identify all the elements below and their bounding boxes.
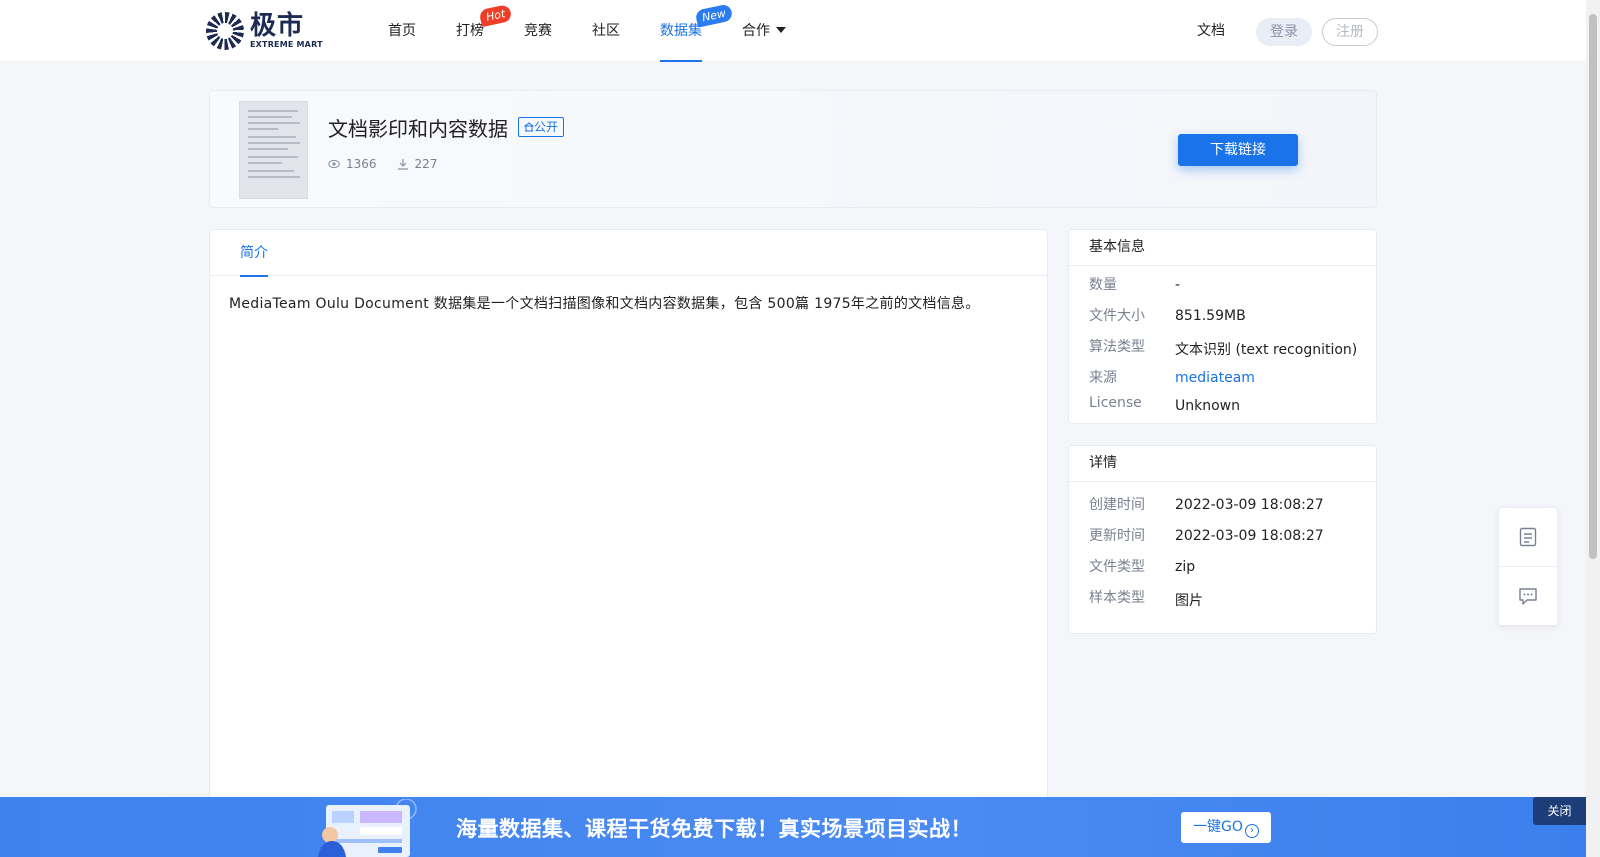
promo-banner: 海量数据集、课程干货免费下载！真实场景项目实战！ 一键GO › <box>0 797 1586 857</box>
nav-item-datasets[interactable]: 数据集 New <box>640 0 734 62</box>
logo-mark-icon <box>206 12 244 50</box>
banner-illustration <box>318 799 417 857</box>
intro-panel: 简介 MediaTeam Oulu Document 数据集是一个文档扫描图像和… <box>209 229 1048 857</box>
details-title: 详情 <box>1069 446 1376 482</box>
dataset-card: 文档影印和内容数据 公开 1366 227 下载链接 <box>209 90 1377 208</box>
floating-toolbox <box>1498 507 1558 626</box>
info-row-algorithm: 算法类型 文本识别 (text recognition) <box>1089 339 1358 358</box>
banner-text: 海量数据集、课程干货免费下载！真实场景项目实战！ <box>456 817 972 841</box>
feedback-float-button[interactable] <box>1499 567 1557 626</box>
detail-row-sample-type: 样本类型 图片 <box>1089 590 1203 609</box>
dataset-thumbnail <box>239 101 308 199</box>
tab-bar: 简介 <box>210 230 1047 277</box>
public-icon <box>523 122 535 132</box>
downloads-stat: 227 <box>397 157 437 171</box>
info-row-count: 数量 - <box>1089 277 1181 293</box>
chat-icon <box>1519 588 1537 605</box>
page-scrollbar[interactable] <box>1586 0 1600 857</box>
dataset-stats: 1366 227 <box>328 157 457 171</box>
tab-intro[interactable]: 简介 <box>240 230 268 277</box>
top-header: 极市 EXTREME MART 首页 打榜 Hot 竞赛 社区 数据集 New … <box>0 0 1586 62</box>
nav-item-leaderboard[interactable]: 打榜 Hot <box>436 0 513 62</box>
register-button[interactable]: 注册 <box>1322 18 1378 46</box>
details-panel: 详情 创建时间 2022-03-09 18:08:27 更新时间 2022-03… <box>1068 445 1377 634</box>
eye-icon <box>328 159 340 169</box>
main-nav: 首页 打榜 Hot 竞赛 社区 数据集 New 合作 <box>368 0 806 62</box>
dataset-title: 文档影印和内容数据 <box>328 117 508 141</box>
caret-down-icon <box>776 27 786 33</box>
document-float-button[interactable] <box>1499 508 1557 567</box>
download-link-button[interactable]: 下载链接 <box>1178 134 1298 166</box>
go-button[interactable]: 一键GO › <box>1181 812 1271 843</box>
scrollbar-thumb[interactable] <box>1589 14 1597 559</box>
source-link[interactable]: mediateam <box>1175 370 1255 386</box>
views-stat: 1366 <box>328 157 377 171</box>
logo-text-en: EXTREME MART <box>250 40 323 49</box>
detail-row-created: 创建时间 2022-03-09 18:08:27 <box>1089 497 1324 513</box>
login-button[interactable]: 登录 <box>1256 18 1312 46</box>
logo-text-cn: 极市 <box>250 11 305 41</box>
basic-info-title: 基本信息 <box>1069 230 1376 266</box>
nav-item-community[interactable]: 社区 <box>572 0 640 62</box>
nav-item-home[interactable]: 首页 <box>368 0 436 62</box>
download-icon <box>397 159 408 170</box>
nav-item-competition[interactable]: 竞赛 <box>504 0 572 62</box>
info-row-file-size: 文件大小 851.59MB <box>1089 308 1246 324</box>
visibility-badge: 公开 <box>518 117 565 137</box>
arrow-right-circle-icon: › <box>1244 824 1259 838</box>
info-row-license: License Unknown <box>1089 395 1240 414</box>
dataset-description: MediaTeam Oulu Document 数据集是一个文档扫描图像和文档内… <box>229 296 980 312</box>
info-row-source: 来源 mediateam <box>1089 370 1255 386</box>
nav-item-cooperation[interactable]: 合作 <box>722 0 806 62</box>
detail-row-updated: 更新时间 2022-03-09 18:08:27 <box>1089 528 1324 544</box>
docs-link[interactable]: 文档 <box>1197 20 1225 40</box>
document-icon <box>1519 527 1537 547</box>
logo[interactable]: 极市 EXTREME MART <box>206 11 323 50</box>
close-banner-button[interactable]: 关闭 <box>1533 797 1586 825</box>
basic-info-panel: 基本信息 数量 - 文件大小 851.59MB 算法类型 文本识别 (text … <box>1068 229 1377 424</box>
detail-row-file-type: 文件类型 zip <box>1089 559 1196 575</box>
